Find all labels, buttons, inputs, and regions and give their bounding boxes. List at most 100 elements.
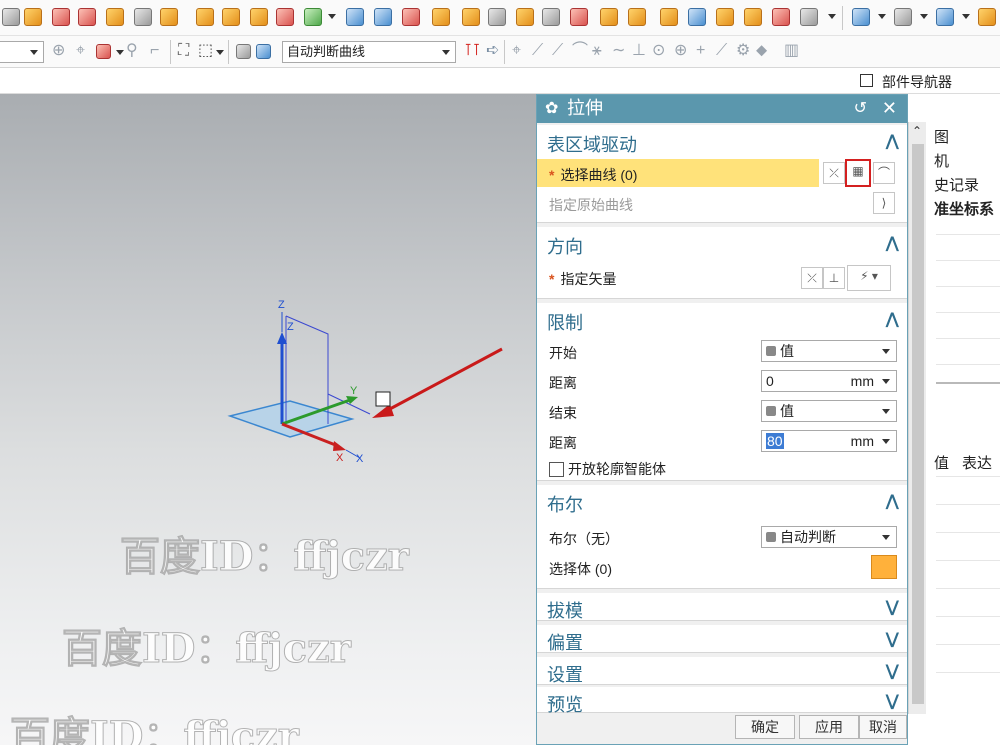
follow-fillet-icon[interactable]: ➪ [486,42,499,60]
bend-tool-icon[interactable] [462,8,480,26]
cube-tool-icon[interactable] [542,8,560,26]
collapse-chevron-icon[interactable]: ⋀ [886,309,899,329]
deselect-icon[interactable]: ⤫ [823,162,845,184]
snap-intersect-icon[interactable]: ⚹ [592,42,602,60]
expand-chevron-icon[interactable]: ⋁ [886,661,899,681]
section-region-header[interactable]: 表区域驱动 ⋀ [537,125,907,155]
open-profile-checkbox[interactable] [549,462,564,477]
shade-dropdown-icon[interactable] [962,14,970,19]
offset-panel[interactable]: 偏置 ⋁ [537,625,907,653]
snap-icon[interactable]: ⊕ [52,42,65,60]
ok-button[interactable]: 确定 [735,715,795,739]
pad-tool-icon[interactable] [106,8,124,26]
reverse-direction-icon[interactable]: ⊥ [823,267,845,289]
collapse-chevron-icon[interactable]: ⋀ [886,233,899,253]
expand-chevron-icon[interactable]: ⋁ [886,597,899,617]
revolve-tool-icon[interactable] [24,8,42,26]
draft-panel[interactable]: 拔模 ⋁ [537,593,907,621]
body-cube-icon[interactable] [871,555,897,579]
boolean-header[interactable]: 布尔 ⋀ [537,485,907,515]
sphere-select-icon[interactable] [236,44,251,59]
collapse-chevron-icon[interactable]: ⋀ [886,131,899,151]
offset-header[interactable]: 偏置 ⋁ [537,623,907,653]
tree-item-camera[interactable]: 机 [934,150,949,171]
shade-tool-icon[interactable] [936,8,954,26]
preview-panel[interactable]: 预览 ⋁ [537,687,907,715]
settings-header[interactable]: 设置 ⋁ [537,655,907,685]
part-navigator-tab[interactable]: 部件导航器 [860,72,952,92]
groove-tool-icon[interactable] [160,8,178,26]
scale-tool-icon[interactable] [570,8,588,26]
datum-dropdown-icon[interactable] [328,14,336,19]
cancel-button[interactable]: 取消 [859,715,907,739]
chart-tool-icon[interactable] [688,8,706,26]
snap-mid-icon[interactable]: ⟋ [532,42,543,60]
box-tool-icon[interactable] [516,8,534,26]
curve-icon[interactable]: ⌒ [873,162,895,184]
select-mode-dropdown-icon[interactable] [116,50,124,55]
dialog-scrollbar[interactable]: ⌃ [908,122,926,714]
layer-tool-icon[interactable] [978,8,996,26]
view-tool-icon[interactable] [852,8,870,26]
split-tool-icon[interactable] [628,8,646,26]
wave-tool-icon[interactable] [600,8,618,26]
snap-point-icon[interactable]: ⟋ [552,42,563,60]
thread-tool-icon[interactable] [196,8,214,26]
sphere-tool-icon[interactable] [800,8,818,26]
body-select-icon[interactable] [256,44,271,59]
distance-start-input[interactable]: 0 mm [761,370,897,392]
render-dropdown-icon[interactable] [920,14,928,19]
cylinder-tool-icon[interactable] [52,8,70,26]
tree-item-history[interactable]: 史记录 [934,174,979,195]
gear-icon[interactable]: ✿ [545,95,558,122]
fold-tool-icon[interactable] [374,8,392,26]
extrude-tool-icon[interactable] [2,8,20,26]
tree-item-datum-csys[interactable]: 准坐标系 [934,198,994,219]
measure-tool-icon[interactable] [716,8,734,26]
sweep-tool-icon[interactable] [432,8,450,26]
combine-tool-icon[interactable] [660,8,678,26]
snap-face-icon[interactable]: ⬥ [756,42,767,60]
snap-center-icon[interactable]: ⊙ [652,42,665,60]
pattern-tool-icon[interactable] [222,8,240,26]
curve-rule-dropdown[interactable]: 自动判断曲线 [282,41,456,63]
graphics-viewport[interactable]: Z Z Y X X 百度ID：ffjczr 百度ID：ffjczr 百度ID：f… [0,94,540,745]
deselect-vector-icon[interactable]: ⤫ [801,267,823,289]
box-select-dropdown-icon[interactable] [216,50,224,55]
expand-chevron-icon[interactable]: ⋁ [886,629,899,649]
snap-end-icon[interactable]: ⌖ [512,42,521,60]
snap-angle-icon[interactable]: ⚙ [736,42,750,60]
apply-button[interactable]: 应用 [799,715,859,739]
sphere-dropdown-icon[interactable] [828,14,836,19]
snap-tangent-icon[interactable]: ⟋ [716,42,727,60]
tree-item-view[interactable]: 图 [934,126,949,147]
block-tool-icon[interactable] [78,8,96,26]
select-body-row[interactable]: 选择体 (0) [537,553,907,581]
select-feature-icon[interactable]: ⛶ [178,42,189,60]
book-tool-icon[interactable] [346,8,364,26]
filter-icon[interactable]: ⌖ [76,42,85,60]
type-filter-dropdown[interactable] [0,41,44,63]
mirror-tool-icon[interactable] [276,8,294,26]
vector-dialog-dropdown[interactable]: ⚡ ▾ [847,265,891,291]
distance-end-input[interactable]: 80 mm [761,430,897,452]
origin-curve-icon[interactable]: ⟩ [873,192,895,214]
expand-chevron-icon[interactable]: ⋁ [886,691,899,711]
assembly-icon[interactable]: ⌐ [150,42,159,60]
snap-perpendicular-icon[interactable]: ⊥ [632,42,646,60]
flange-tool-icon[interactable] [402,8,420,26]
render-tool-icon[interactable] [894,8,912,26]
boolean-select[interactable]: 自动判断 [761,526,897,548]
sketch-section-icon[interactable]: ▦ [845,159,871,187]
pane-splitter[interactable] [936,382,1000,384]
start-select[interactable]: 值 [761,340,897,362]
open-profile-row[interactable]: 开放轮廓智能体 [537,453,907,481]
close-icon[interactable]: ✕ [882,95,897,122]
collapse-chevron-icon[interactable]: ⋀ [886,491,899,511]
stop-at-intersection-icon[interactable]: ⊺⊺ [464,42,481,60]
dialog-titlebar[interactable]: ✿ 拉伸 ↺ ✕ [537,95,907,123]
end-select[interactable]: 值 [761,400,897,422]
direction-header[interactable]: 方向 ⋀ [537,227,907,257]
select-curve-row[interactable]: * 选择曲线 (0) [537,159,819,187]
snap-quadrant-icon[interactable]: ⊕ [674,42,687,60]
